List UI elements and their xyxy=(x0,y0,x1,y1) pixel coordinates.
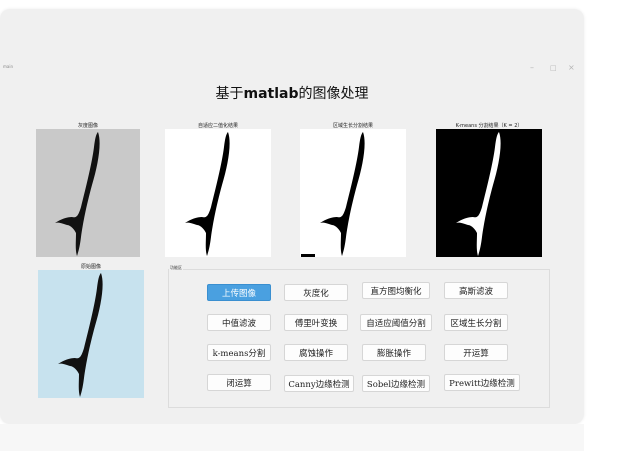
opening-button[interactable]: 开运算 xyxy=(444,344,508,361)
region-growing-button[interactable]: 区域生长分割 xyxy=(444,314,508,331)
close-icon[interactable]: × xyxy=(568,62,575,74)
title-prefix: 基于 xyxy=(215,86,244,102)
erosion-button[interactable]: 腐蚀操作 xyxy=(284,344,348,361)
function-panel-title: 功能区 xyxy=(169,265,183,271)
window-title: main xyxy=(3,64,13,69)
gray-image xyxy=(36,129,140,257)
gray-image-label: 灰度图像 xyxy=(77,123,98,129)
fourier-transform-button[interactable]: 傅里叶变换 xyxy=(284,314,348,331)
grayscale-button[interactable]: 灰度化 xyxy=(284,284,348,301)
original-image-label: 原始图像 xyxy=(80,264,101,270)
gaussian-filter-button[interactable]: 高斯滤波 xyxy=(444,282,508,299)
closing-button[interactable]: 闭运算 xyxy=(207,374,271,391)
kmeans-image-label: K-means 分割结果（K = 2） xyxy=(455,123,523,129)
bottom-area xyxy=(0,424,584,451)
histogram-equalization-button[interactable]: 直方图均衡化 xyxy=(362,282,430,299)
prewitt-edge-button[interactable]: Prewitt边缘检测 xyxy=(444,374,520,391)
upload-image-button[interactable]: 上传图像 xyxy=(207,284,271,301)
title-suffix: 的图像处理 xyxy=(298,86,369,102)
median-filter-button[interactable]: 中值滤波 xyxy=(207,314,271,331)
dilation-button[interactable]: 膨胀操作 xyxy=(362,344,426,361)
canny-edge-button[interactable]: Canny边缘检测 xyxy=(284,375,354,392)
original-image xyxy=(38,270,144,398)
sobel-edge-button[interactable]: Sobel边缘检测 xyxy=(362,375,430,392)
kmeans-button[interactable]: k-means分割 xyxy=(207,344,271,361)
region-image xyxy=(300,129,406,257)
region-image-label: 区域生长分割结果 xyxy=(332,123,373,129)
maximize-icon[interactable]: □ xyxy=(550,62,557,74)
binary-image xyxy=(165,129,271,257)
page-title: 基于matlab的图像处理 xyxy=(0,83,584,103)
binary-image-label: 自适应二值化结果 xyxy=(197,123,238,129)
kmeans-image xyxy=(436,129,542,257)
minimize-icon[interactable]: – xyxy=(530,62,534,74)
adaptive-threshold-button[interactable]: 自适应阈值分割 xyxy=(360,314,432,331)
title-bar: main – □ × xyxy=(0,62,584,76)
title-latin: matlab xyxy=(243,86,299,102)
